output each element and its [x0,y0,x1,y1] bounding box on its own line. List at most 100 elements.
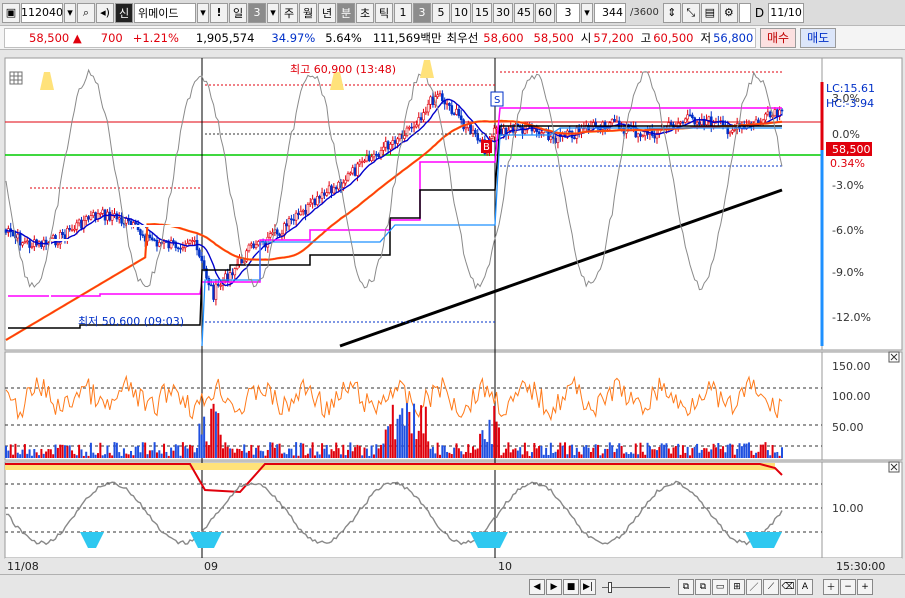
tab-week[interactable]: 주 [280,2,298,23]
period-dropdown-icon[interactable]: ▾ [267,2,279,23]
indicator-icon[interactable]: ⤡ [681,2,700,23]
multiplier-input[interactable]: 3 [556,2,580,23]
save-icon[interactable]: ▤ [700,2,719,23]
price-plot-area[interactable] [4,57,823,351]
candle-body [304,209,307,215]
volume-bar [665,443,668,458]
tab-minute[interactable]: 분 [337,2,355,23]
candle-body [679,121,682,124]
volume-bar [738,443,741,458]
alert-button[interactable]: ! [210,2,228,23]
volume-bar [681,445,684,458]
volume-bar [351,451,354,458]
volume-bar [490,444,493,458]
date-checkbox[interactable] [738,2,751,23]
window-icon[interactable]: ▣ [2,2,20,23]
volume-bar [16,452,19,458]
draw-line-icon[interactable]: ／ [746,578,762,595]
minute-60-button[interactable]: 60 [535,2,555,23]
tab-month[interactable]: 월 [299,2,317,23]
print-icon[interactable]: ▭ [712,578,728,595]
volume-bar [446,451,449,458]
scroll-left-icon[interactable]: ◀ [529,578,545,595]
volume-bar [7,450,10,458]
tab-tick[interactable]: 틱 [375,2,393,23]
minute-3-button[interactable]: 3 [413,2,431,23]
stock-name-field[interactable]: 위메이드 [134,2,196,23]
play-icon[interactable]: ▶ [546,578,562,595]
minute-15-button[interactable]: 15 [472,2,492,23]
volume-bar [585,445,588,458]
diagonal-icon[interactable]: ⟋ [763,578,779,595]
minute-45-button[interactable]: 45 [514,2,534,23]
period-day-button[interactable]: 일 [229,2,247,23]
add-panel-icon[interactable]: + [857,578,873,595]
volume-bar [410,433,413,458]
minute-1-button[interactable]: 1 [394,2,412,23]
zoom-out-icon[interactable]: − [840,578,856,595]
best-price-label: 최우선 [446,30,479,45]
multiplier-dropdown-icon[interactable]: ▾ [581,2,593,23]
dropdown-icon[interactable]: ▾ [64,2,76,23]
candle-body [396,138,399,144]
stop-icon[interactable]: ■ [563,578,579,595]
candle-body [766,111,770,115]
osc-plot-area[interactable] [4,461,823,559]
zoom-slider[interactable] [602,580,670,594]
volume-bar [469,452,472,458]
volume-bar [611,445,614,458]
volume-bar [304,455,307,458]
minute-10-button[interactable]: 10 [451,2,471,23]
volume-bar [217,413,220,458]
candle-body [94,212,97,220]
candle-body [372,153,376,158]
copy-icon[interactable]: ⧉ [695,578,711,595]
volume-bar [313,455,316,458]
stock-chart[interactable]: 3.0%0.0%-3.0%-6.0%-9.0%-12.0%150.00100.0… [0,50,905,574]
candle-body [573,137,576,140]
candle-body [91,212,95,216]
period-day-value[interactable]: 3 [248,2,266,23]
candle-body [231,272,234,276]
minute-5-button[interactable]: 5 [432,2,450,23]
volume-bar [561,445,564,458]
export-icon[interactable]: ⊞ [729,578,745,595]
fast-forward-icon[interactable]: ▶| [580,578,596,595]
volume-bar [597,444,600,458]
buy-button[interactable]: 매수 [760,27,797,48]
volume-bar [601,453,604,458]
candle-body [257,241,260,246]
volume-bar [467,444,470,458]
volume-bar [361,455,364,458]
candle-body [84,216,88,221]
candle-body [639,133,642,137]
date-label-1108: 11/08 [7,560,39,573]
name-dropdown-icon[interactable]: ▾ [197,2,209,23]
candle-body [99,213,102,215]
sell-button[interactable]: 매도 [800,27,837,48]
gear-icon[interactable]: ⚙ [719,2,738,23]
text-tool-icon[interactable]: A [797,578,813,595]
candle-body [216,283,220,286]
change-value: 700 [100,30,123,45]
volume-bar [365,448,368,458]
search-icon[interactable]: ⌕ [77,2,95,23]
tab-second[interactable]: 초 [356,2,374,23]
candle-body [153,239,156,242]
volume-bar [323,448,326,458]
eraser-icon[interactable]: ⌫ [780,578,796,595]
grid-toggle-icon[interactable] [9,71,23,85]
tab-year[interactable]: 년 [318,2,336,23]
stock-code-input[interactable]: 112040 [21,2,63,23]
candle-body [193,239,196,242]
tile-icon[interactable]: ⧉ [678,578,694,595]
date-input[interactable]: 11/10 [768,2,805,23]
volume-tick-label: 100.00 [832,390,871,403]
count-input[interactable]: 344 [594,2,626,23]
zoom-in-icon[interactable]: ＋ [823,578,839,595]
sound-icon[interactable]: ◂) [96,2,114,23]
volume-bar [160,453,163,458]
volume-bar [325,444,328,458]
minute-30-button[interactable]: 30 [493,2,513,23]
candle-settings-icon[interactable]: ⇕ [662,2,681,23]
